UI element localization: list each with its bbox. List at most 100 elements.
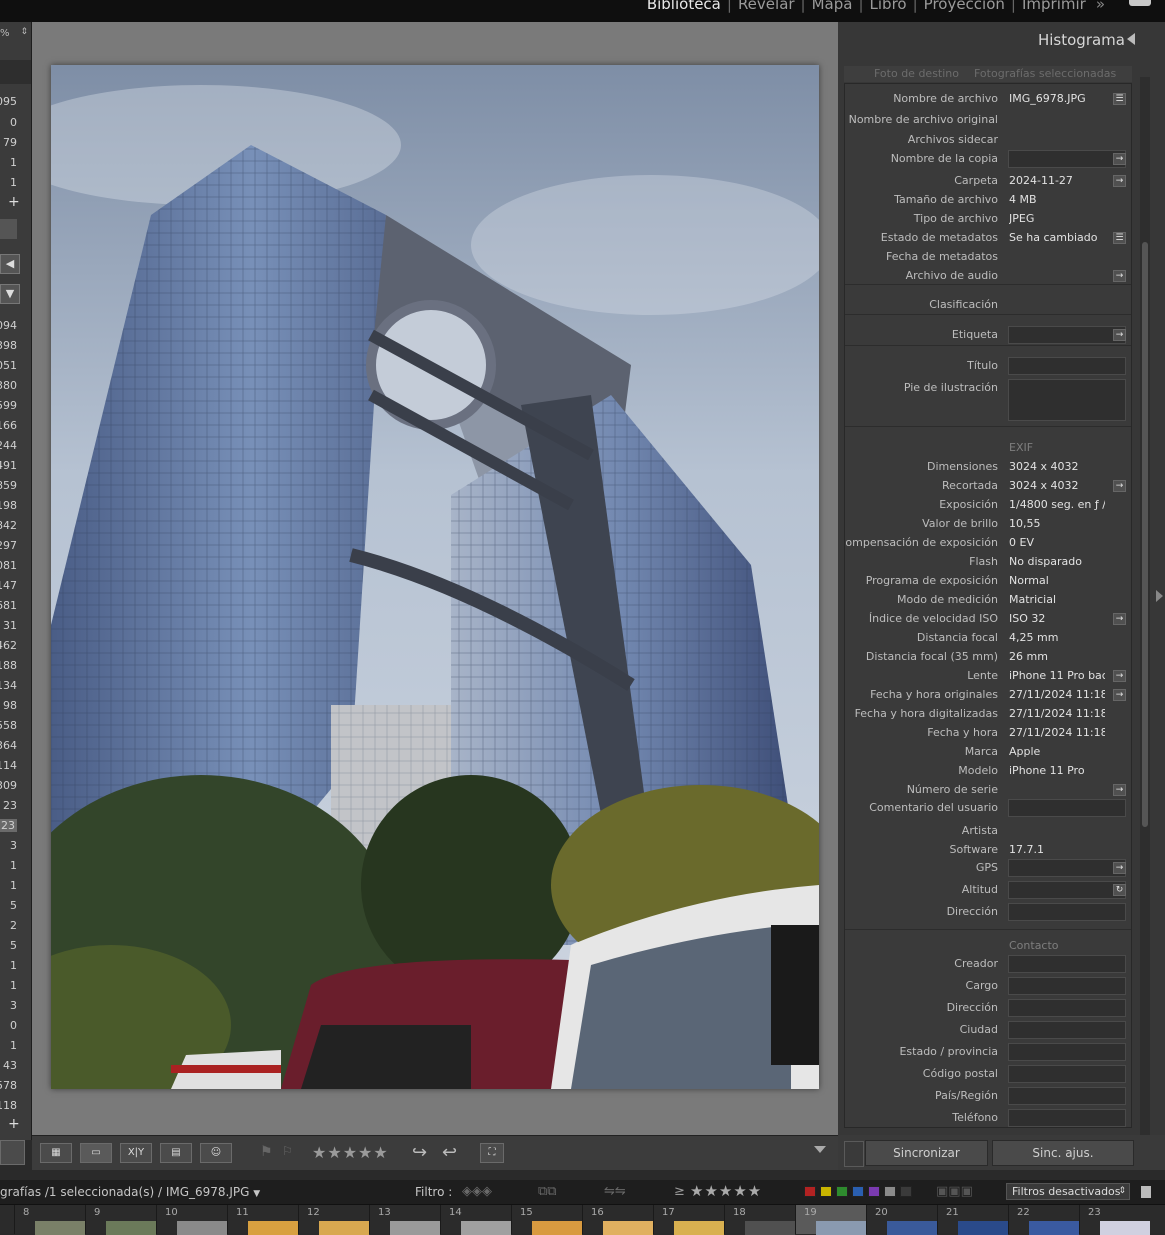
filmstrip-cell[interactable]: 18 xyxy=(724,1205,795,1235)
kind-filter-icon[interactable]: ▣▣▣ xyxy=(936,1184,973,1199)
metadata-field[interactable] xyxy=(1008,1087,1126,1105)
loupe-view-icon[interactable]: ▭ xyxy=(80,1143,112,1163)
sync-settings-button[interactable]: Sinc. ajus. xyxy=(992,1140,1134,1166)
color-label-swatch[interactable] xyxy=(820,1186,832,1197)
rating-operator[interactable]: ≥ xyxy=(674,1184,685,1199)
arrow-right-icon[interactable]: → xyxy=(1113,862,1126,874)
filmstrip-cell[interactable]: 8 xyxy=(14,1205,85,1235)
filter-preset-dropdown[interactable]: Filtros desactivados ⇕ xyxy=(1006,1183,1130,1200)
filmstrip-cell[interactable]: 14 xyxy=(440,1205,511,1235)
list-icon[interactable]: ☰ xyxy=(1113,93,1126,105)
arrow-right-icon[interactable]: → xyxy=(1113,153,1126,165)
identity-plate-icon[interactable] xyxy=(1129,0,1151,6)
color-label-swatch[interactable] xyxy=(884,1186,896,1197)
module-5[interactable]: Imprimir xyxy=(1018,0,1090,13)
color-label-swatch[interactable] xyxy=(804,1186,816,1197)
copy-filter-icon[interactable]: ⧉⧉ xyxy=(538,1184,557,1199)
sync-button[interactable]: Sincronizar xyxy=(865,1140,988,1166)
right-panel-scrollbar[interactable] xyxy=(1140,77,1150,1140)
filmstrip-cell[interactable]: 11 xyxy=(227,1205,298,1235)
color-label-swatch[interactable] xyxy=(836,1186,848,1197)
arrow-right-icon[interactable]: → xyxy=(1113,329,1126,341)
module-3[interactable]: Libro xyxy=(866,0,911,13)
metadata-field[interactable] xyxy=(1008,326,1126,344)
tab-selected-photos[interactable]: Fotografías seleccionadas xyxy=(974,67,1116,80)
arrow-right-icon[interactable]: → xyxy=(1113,175,1126,187)
metadata-field[interactable] xyxy=(1008,955,1126,973)
metadata-field[interactable] xyxy=(1008,799,1126,817)
metadata-field[interactable] xyxy=(1008,881,1126,899)
metadata-field[interactable] xyxy=(1008,1043,1126,1061)
metadata-row: Creador xyxy=(845,955,1131,973)
arrow-right-icon[interactable]: → xyxy=(1113,270,1126,282)
filmstrip-cell[interactable]: 19 xyxy=(795,1205,866,1235)
scrollbar-thumb[interactable] xyxy=(1142,242,1148,827)
filmstrip-cell[interactable]: 12 xyxy=(298,1205,369,1235)
metadata-field[interactable] xyxy=(1008,379,1126,421)
left-panel-dropdown[interactable]: % ⇕ xyxy=(0,26,28,44)
metadata-field[interactable] xyxy=(1008,1065,1126,1083)
arrow-right-icon[interactable]: → xyxy=(1113,689,1126,701)
right-panel-toggle-icon[interactable] xyxy=(1156,590,1163,602)
filmstrip-cell[interactable]: 20 xyxy=(866,1205,937,1235)
collapse-left-icon[interactable]: ◀ xyxy=(0,254,20,274)
grid-view-icon[interactable]: ▦ xyxy=(40,1143,72,1163)
filmstrip-cell[interactable]: 9 xyxy=(85,1205,156,1235)
list-icon[interactable]: ☰ xyxy=(1113,232,1126,244)
rating-filter-stars[interactable]: ★★★★★ xyxy=(690,1182,762,1200)
module-2[interactable]: Mapa xyxy=(808,0,857,13)
sync-toggle-icon[interactable] xyxy=(844,1141,864,1167)
color-label-swatch[interactable] xyxy=(852,1186,864,1197)
toolbar-menu-icon[interactable] xyxy=(814,1146,826,1153)
rotate-right-icon[interactable]: ↩ xyxy=(442,1142,457,1163)
reject-flag-icon[interactable]: ⚐ xyxy=(282,1144,293,1158)
histogram-header[interactable]: Histograma xyxy=(838,22,1165,56)
rotate-left-icon[interactable]: ↪ xyxy=(412,1142,427,1163)
module-1[interactable]: Revelar xyxy=(734,0,799,13)
rating-stars[interactable]: ★★★★★ xyxy=(312,1143,389,1162)
metadata-field[interactable] xyxy=(1008,977,1126,995)
metadata-field[interactable] xyxy=(1008,999,1126,1017)
color-label-swatch[interactable] xyxy=(868,1186,880,1197)
add-icon[interactable]: + xyxy=(8,194,20,210)
flag-icon[interactable]: ⚑ xyxy=(260,1144,273,1160)
arrow-right-icon[interactable]: → xyxy=(1113,480,1126,492)
people-view-icon[interactable]: ☺ xyxy=(200,1143,232,1163)
survey-view-icon[interactable]: ▤ xyxy=(160,1143,192,1163)
collapse-triangle-icon[interactable] xyxy=(1127,33,1135,45)
metadata-field[interactable] xyxy=(1008,357,1126,375)
metadata-field[interactable] xyxy=(1008,150,1126,168)
metadata-field[interactable] xyxy=(1008,1109,1126,1127)
source-path[interactable]: grafías /1 seleccionada(s) / IMG_6978.JP… xyxy=(0,1185,260,1199)
arrow-right-icon[interactable]: → xyxy=(1113,613,1126,625)
metadata-field[interactable] xyxy=(1008,903,1126,921)
metadata-field[interactable] xyxy=(1008,1021,1126,1039)
metadata-field[interactable] xyxy=(1008,859,1126,877)
main-photo[interactable] xyxy=(51,65,819,1089)
filmstrip-cell[interactable]: 16 xyxy=(582,1205,653,1235)
arrow-right-icon[interactable]: → xyxy=(1113,670,1126,682)
flag-filter-icon[interactable]: ◈◈◈ xyxy=(462,1184,492,1199)
filmstrip-cell[interactable]: 23 xyxy=(1079,1205,1150,1235)
crop-overlay-icon[interactable]: ⛶ xyxy=(480,1143,504,1163)
color-label-swatch[interactable] xyxy=(900,1186,912,1197)
filmstrip-cell[interactable]: 22 xyxy=(1008,1205,1079,1235)
filmstrip-cell[interactable]: 10 xyxy=(156,1205,227,1235)
filmstrip-cell[interactable]: 13 xyxy=(369,1205,440,1235)
module-4[interactable]: Proyección xyxy=(920,0,1009,13)
filmstrip-cell[interactable]: 17 xyxy=(653,1205,724,1235)
filter-lock-icon[interactable] xyxy=(1141,1186,1151,1198)
arrow-right-icon[interactable]: → xyxy=(1113,784,1126,796)
left-toolbar-button[interactable] xyxy=(0,1140,25,1165)
expand-down-icon[interactable]: ▼ xyxy=(0,284,20,304)
edit-filter-icon[interactable]: ⇋⇋ xyxy=(604,1184,626,1199)
add-bottom-icon[interactable]: + xyxy=(8,1116,20,1132)
compare-view-icon[interactable]: X|Y xyxy=(120,1143,152,1163)
module-0[interactable]: Biblioteca xyxy=(643,0,725,13)
left-panel-field[interactable] xyxy=(0,219,17,239)
refresh-icon[interactable]: ↻ xyxy=(1113,884,1126,896)
more-modules-icon[interactable]: » xyxy=(1096,0,1105,13)
tab-target-photo[interactable]: Foto de destino xyxy=(874,67,959,80)
filmstrip-cell[interactable]: 21 xyxy=(937,1205,1008,1235)
filmstrip-cell[interactable]: 15 xyxy=(511,1205,582,1235)
